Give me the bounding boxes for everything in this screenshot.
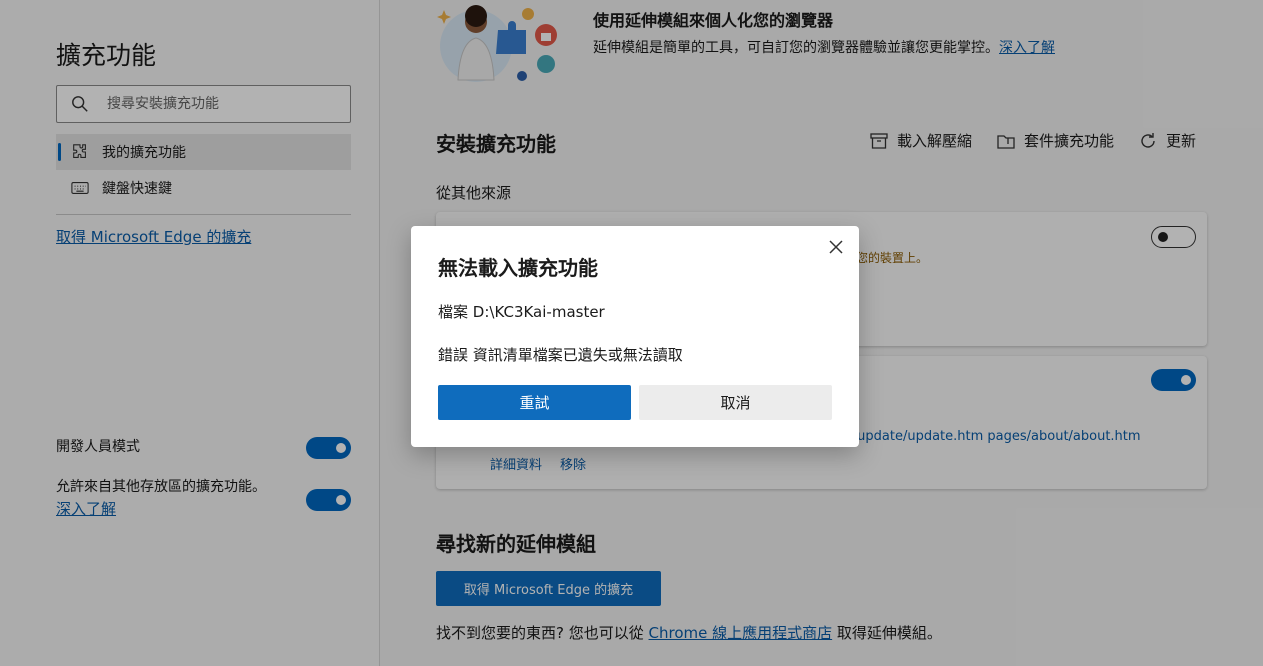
- load-error-dialog: 無法載入擴充功能 檔案 D:\KC3Kai-master 錯誤 資訊清單檔案已遺…: [411, 226, 859, 447]
- error-label: 錯誤: [438, 346, 469, 364]
- error-value: 資訊清單檔案已遺失或無法讀取: [472, 346, 683, 364]
- file-value: D:\KC3Kai-master: [472, 303, 605, 321]
- file-label: 檔案: [438, 303, 469, 321]
- dialog-error-line: 錯誤 資訊清單檔案已遺失或無法讀取: [438, 344, 683, 365]
- cancel-button[interactable]: 取消: [639, 385, 832, 420]
- retry-button[interactable]: 重試: [438, 385, 631, 420]
- dialog-title: 無法載入擴充功能: [438, 256, 598, 280]
- dialog-file-line: 檔案 D:\KC3Kai-master: [438, 301, 605, 322]
- close-icon[interactable]: [827, 238, 845, 256]
